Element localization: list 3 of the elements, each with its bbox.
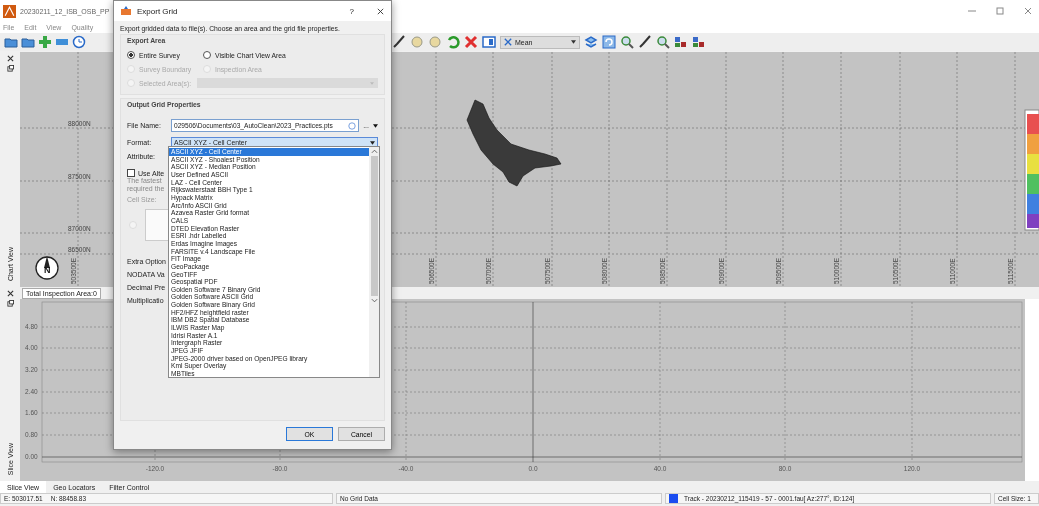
dialog-title: Export Grid (137, 6, 178, 16)
north-label: N (44, 265, 51, 275)
help-button[interactable]: ? (349, 6, 354, 16)
